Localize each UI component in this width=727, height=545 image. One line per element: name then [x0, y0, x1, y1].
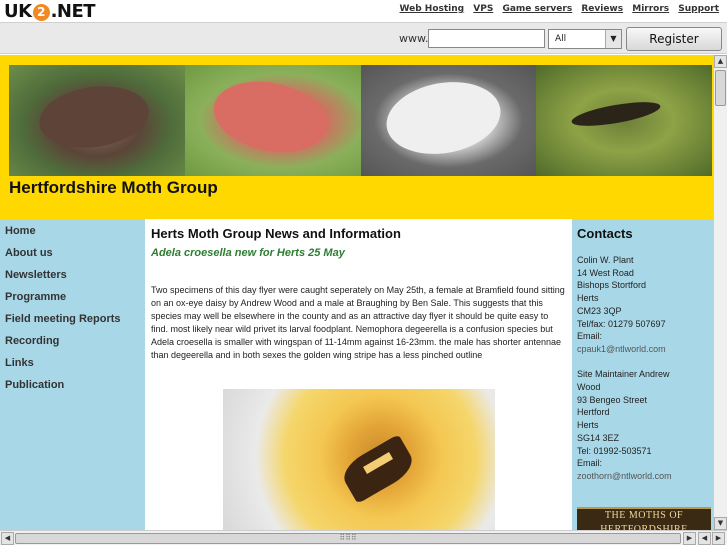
- page-frame: Hertfordshire Moth Group Home About us N…: [0, 55, 727, 530]
- scroll-down-button[interactable]: ▼: [714, 517, 727, 530]
- maintainer-email-label: Email:: [577, 458, 603, 469]
- maintainer-address-line: 93 Bengeo Street: [577, 394, 648, 405]
- nav-item-home[interactable]: Home: [0, 220, 145, 242]
- moth-on-daisy-photo: [223, 389, 495, 530]
- maintainer-address-line: SG14 3EZ: [577, 432, 620, 443]
- moth-banner: [9, 65, 712, 176]
- link-web-hosting[interactable]: Web Hosting: [400, 4, 465, 14]
- contact-phone: Tel/fax: 01279 507697: [577, 318, 666, 329]
- horizontal-scrollbar[interactable]: ◀ ⠿⠿⠿ ▶ ◀ ▶: [0, 530, 727, 545]
- register-domain-bar: www. All ▼ Register Domain: [0, 22, 727, 68]
- nav-item-newsletters[interactable]: Newsletters: [0, 264, 145, 286]
- tld-select-value: All: [555, 34, 567, 44]
- contact-address-line: Herts: [577, 293, 599, 304]
- scroll-left-button[interactable]: ◀: [1, 532, 14, 545]
- contact-email-link[interactable]: cpauk1@ntlworld.com: [577, 343, 711, 356]
- vertical-scrollbar[interactable]: ▲ ▼: [713, 55, 727, 530]
- grip-icon: ⠿⠿⠿: [339, 533, 357, 542]
- tld-select[interactable]: All ▼: [548, 29, 622, 49]
- contact-name: Colin W. Plant: [577, 255, 634, 265]
- maintainer-email-link[interactable]: zoothorn@ntlworld.com: [577, 470, 711, 483]
- main-content: Herts Moth Group News and Information Ad…: [145, 219, 572, 530]
- contacts-panel: Contacts Colin W. Plant 14 West Road Bis…: [572, 219, 713, 530]
- book-cover-image[interactable]: THE MOTHS OF HERTFORDSHIRE: [577, 507, 711, 530]
- link-game-servers[interactable]: Game servers: [502, 4, 572, 14]
- www-prefix-label: www.: [399, 32, 429, 45]
- vertical-scroll-thumb[interactable]: [715, 70, 726, 106]
- maintainer-address-line: Herts: [577, 420, 599, 431]
- news-body: Two specimens of this day flyer were cau…: [151, 285, 565, 360]
- domain-input[interactable]: [428, 29, 545, 48]
- nav-item-recording[interactable]: Recording: [0, 330, 145, 352]
- moth-photo-4: [536, 65, 712, 176]
- contact-address-line: CM23 3QP: [577, 305, 622, 316]
- logo-badge: 2: [32, 4, 50, 21]
- scroll-up-button[interactable]: ▲: [714, 55, 727, 68]
- chevron-down-icon: ▼: [605, 30, 621, 48]
- maintainer-name: Wood: [577, 382, 601, 393]
- moth-photo-2: [184, 65, 361, 176]
- top-bar: UK 2 .NET Web Hosting VPS Game servers Rev…: [0, 0, 727, 22]
- nav-item-about-us[interactable]: About us: [0, 242, 145, 264]
- nav-item-programme[interactable]: Programme: [0, 286, 145, 308]
- maintainer-phone: Tel: 01992-503571: [577, 445, 652, 456]
- news-title: Adela croesella new for Herts 25 May: [151, 247, 345, 259]
- nav-item-publication[interactable]: Publication: [0, 374, 145, 396]
- contact-address-line: 14 West Road: [577, 267, 634, 278]
- link-mirrors[interactable]: Mirrors: [632, 4, 669, 14]
- nav-item-links[interactable]: Links: [0, 352, 145, 374]
- maintainer-name: Site Maintainer Andrew: [577, 369, 670, 380]
- nav-item-field-meeting-reports[interactable]: Field meeting Reports: [0, 308, 145, 330]
- maintainer-address-line: Hertford: [577, 407, 610, 418]
- main-heading: Herts Moth Group News and Information: [151, 226, 401, 241]
- moth-photo-3: [360, 65, 537, 176]
- scroll-left-button-2[interactable]: ◀: [698, 532, 711, 545]
- site-title: Hertfordshire Moth Group: [9, 178, 218, 197]
- top-links: Web Hosting VPS Game servers Reviews Mir…: [394, 4, 719, 14]
- uk2net-logo[interactable]: UK 2 .NET: [4, 1, 96, 22]
- contact-email-label: Email:: [577, 331, 603, 342]
- contacts-details: Colin W. Plant 14 West Road Bishops Stor…: [577, 254, 711, 483]
- horizontal-scroll-thumb[interactable]: ⠿⠿⠿: [15, 533, 681, 544]
- link-support[interactable]: Support: [678, 4, 719, 14]
- contacts-heading: Contacts: [577, 226, 633, 241]
- scroll-right-button-2[interactable]: ▶: [712, 532, 725, 545]
- link-reviews[interactable]: Reviews: [581, 4, 623, 14]
- link-vps[interactable]: VPS: [473, 4, 493, 14]
- moth-photo-1: [9, 65, 185, 176]
- contact-address-line: Bishops Stortford: [577, 280, 647, 291]
- register-domain-button[interactable]: Register Domain: [626, 27, 722, 68]
- scroll-right-button[interactable]: ▶: [683, 532, 696, 545]
- sidebar-nav: Home About us Newsletters Programme Fiel…: [0, 219, 145, 530]
